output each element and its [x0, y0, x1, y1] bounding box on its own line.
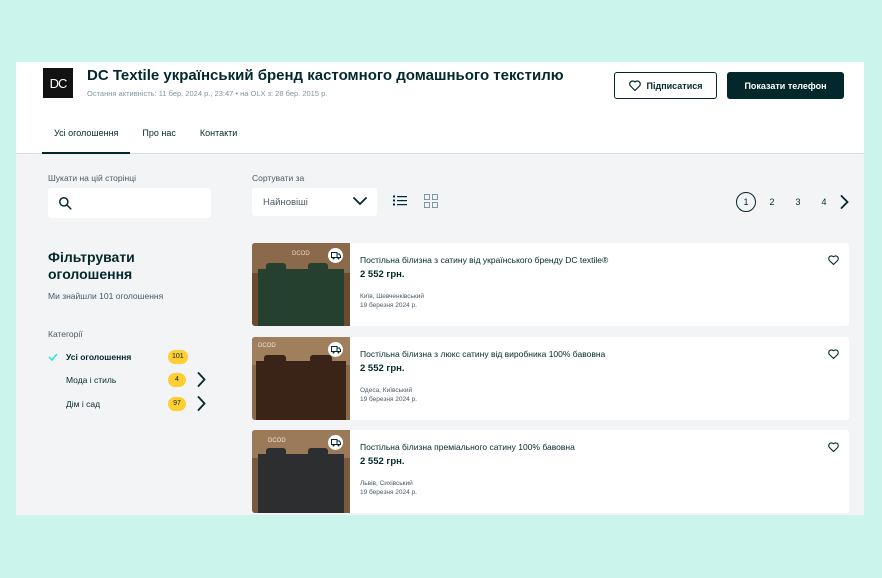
category-name: Мода і стиль: [66, 375, 117, 385]
chevron-down-icon: [353, 197, 367, 206]
chevron-right-icon[interactable]: [840, 195, 849, 209]
category-name: Дім і сад: [66, 399, 101, 409]
tab-contacts[interactable]: Контакти: [188, 122, 249, 154]
listing-card[interactable]: DCOD Постільна білизна з сатину від укра…: [252, 243, 849, 326]
page-3[interactable]: 3: [788, 192, 808, 212]
sort-value: Найновіші: [263, 197, 308, 208]
listing-price: 2 552 грн.: [360, 269, 405, 280]
favorite-heart-icon[interactable]: [828, 349, 839, 359]
search-input[interactable]: [48, 188, 211, 218]
categories-label: Категорії: [48, 329, 83, 339]
category-name: Усі оголошення: [66, 352, 132, 362]
page-1[interactable]: 1: [736, 192, 756, 212]
listing-title[interactable]: Постільна білизна з люкс сатину від виро…: [360, 349, 605, 359]
tab-about[interactable]: Про нас: [130, 122, 187, 154]
list-view-icon[interactable]: [393, 195, 407, 206]
delivery-badge: [328, 342, 343, 357]
chevron-right-icon: [197, 372, 206, 387]
follow-button[interactable]: Підписатися: [614, 72, 717, 99]
search-icon: [59, 197, 72, 210]
image-label: DCOD: [292, 251, 310, 257]
listing-location: Одеса, Київський: [360, 387, 413, 394]
listing-card[interactable]: DCOD Постільна білизна з люкс сатину від…: [252, 337, 849, 420]
category-fashion[interactable]: Мода і стиль 4: [48, 372, 213, 392]
shop-logo: DC: [43, 68, 73, 98]
listing-location: Київ, Шевченківський: [360, 293, 425, 300]
show-phone-button[interactable]: Показати телефон: [727, 72, 844, 99]
follow-label: Підписатися: [646, 80, 703, 91]
sort-label: Сортувати за: [252, 173, 305, 183]
shop-tabs: Усі оголошення Про нас Контакти: [42, 122, 249, 154]
chevron-right-icon: [197, 396, 206, 411]
category-count-badge: 101: [168, 350, 188, 364]
truck-icon: [330, 251, 341, 259]
listing-title[interactable]: Постільна білизна преміального сатину 10…: [360, 442, 575, 452]
category-count-badge: 4: [168, 373, 186, 387]
listing-card[interactable]: DCOD Постільна білизна преміального сати…: [252, 430, 849, 513]
shop-header: DC DC Textile український бренд кастомно…: [16, 62, 864, 154]
category-all[interactable]: Усі оголошення 101: [48, 349, 213, 369]
pagination: 1 2 3 4: [736, 192, 849, 212]
search-label: Шукати на цій сторінці: [48, 173, 136, 183]
delivery-badge: [328, 248, 343, 263]
shop-activity: Остання активність: 11 бер. 2024 р., 23:…: [87, 89, 328, 98]
category-count-badge: 97: [168, 397, 186, 411]
page-4[interactable]: 4: [814, 192, 834, 212]
shop-page: DC DC Textile український бренд кастомно…: [16, 62, 864, 515]
shop-title: DC Textile український бренд кастомного …: [87, 67, 564, 84]
listing-date: 19 березня 2024 р.: [360, 489, 417, 496]
listing-date: 19 березня 2024 р.: [360, 302, 417, 309]
listing-date: 19 березня 2024 р.: [360, 396, 417, 403]
checkmark-icon: [48, 353, 58, 361]
listing-title[interactable]: Постільна білизна з сатину від українськ…: [360, 255, 608, 265]
delivery-badge: [328, 435, 343, 450]
grid-view-icon[interactable]: [424, 194, 438, 208]
truck-icon: [330, 345, 341, 353]
results-count: Ми знайшли 101 оголошення: [48, 291, 164, 301]
listing-price: 2 552 грн.: [360, 456, 405, 467]
heart-icon: [628, 80, 641, 91]
favorite-heart-icon[interactable]: [828, 442, 839, 452]
favorite-heart-icon[interactable]: [828, 255, 839, 265]
sort-select[interactable]: Найновіші: [252, 188, 377, 216]
filter-title: Фільтрувати оголошення: [48, 249, 135, 282]
page-2[interactable]: 2: [762, 192, 782, 212]
listing-location: Львів, Сихівський: [360, 480, 413, 487]
image-label: DCOD: [268, 438, 286, 444]
category-home-garden[interactable]: Дім і сад 97: [48, 396, 213, 416]
tab-all-ads[interactable]: Усі оголошення: [42, 122, 131, 154]
truck-icon: [330, 438, 341, 446]
listing-price: 2 552 грн.: [360, 363, 405, 374]
image-label: DCOD: [258, 343, 276, 349]
